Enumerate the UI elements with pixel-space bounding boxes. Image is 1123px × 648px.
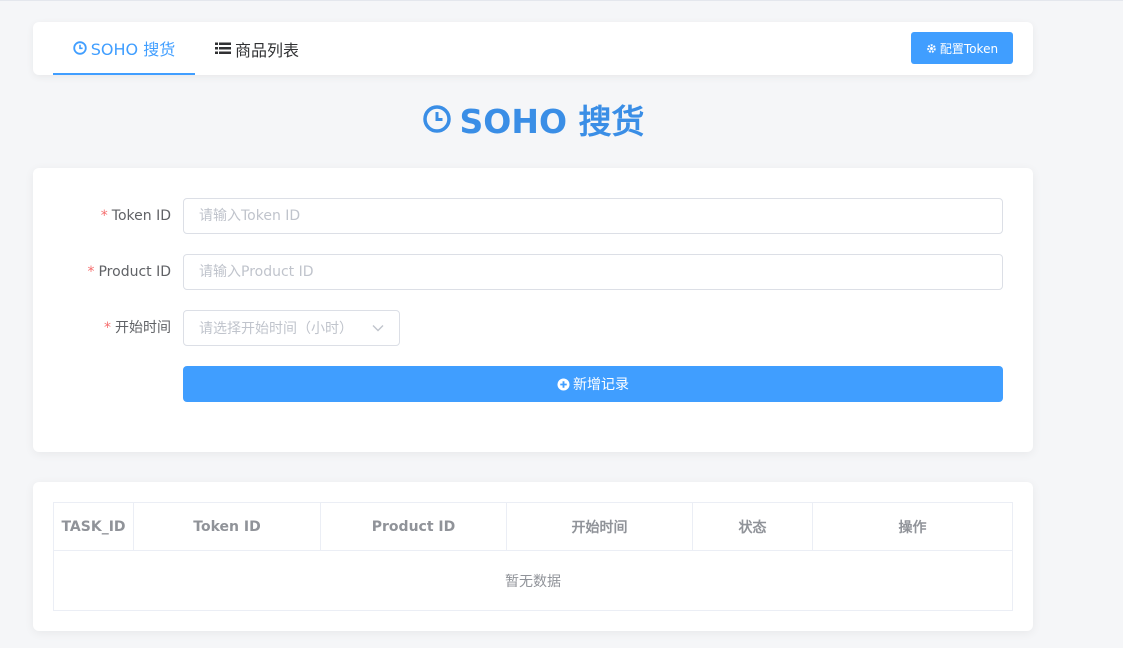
start-time-label: * 开始时间 [33,310,171,346]
tab-product-list-label: 商品列表 [235,40,300,60]
task-table: TASK_ID Token ID Product ID 开始时间 状态 操作 暂… [53,502,1013,611]
task-table-card: TASK_ID Token ID Product ID 开始时间 状态 操作 暂… [33,482,1033,631]
product-id-input[interactable] [183,254,1003,290]
required-mark: * [87,264,95,280]
required-mark: * [104,320,111,336]
chevron-down-icon [372,324,384,332]
product-id-label-text: Product ID [98,264,171,280]
plus-circle-icon [557,377,570,391]
page-title: SOHO 搜货 [0,96,1066,142]
list-icon [215,42,231,55]
start-time-placeholder: 请选择开始时间（小时） [199,321,353,337]
tab-soho-search[interactable]: SOHO 搜货 [53,22,195,75]
column-header-status: 状态 [693,503,813,550]
top-nav: SOHO 搜货 商品列表 配置Token [33,22,1033,75]
column-header-token-id: Token ID [134,503,321,550]
clock-icon [73,40,87,55]
token-id-label: * Token ID [33,198,171,234]
add-record-label: 新增记录 [573,377,629,393]
clock-icon [422,104,452,134]
tab-soho-label: SOHO 搜货 [90,39,176,59]
top-divider [0,0,1123,1]
page-title-text: SOHO 搜货 [459,102,645,141]
add-task-form: *Token ID *Product ID *开始时间 请选择开始时间（小时） … [33,168,1033,452]
gear-icon [926,43,937,54]
tab-product-list[interactable]: 商品列表 [205,22,309,75]
required-mark: * [100,208,108,224]
token-id-input[interactable] [183,198,1003,234]
column-header-start-time: 开始时间 [507,503,693,550]
config-token-label: 配置Token [939,41,999,56]
column-header-product-id: Product ID [321,503,507,550]
add-record-button[interactable]: 新增记录 [183,366,1003,402]
token-id-label-text: Token ID [111,208,171,224]
product-id-label: * Product ID [33,254,171,290]
table-empty-text: 暂无数据 [505,573,561,590]
start-time-label-text: 开始时间 [115,320,171,336]
start-time-select[interactable]: 请选择开始时间（小时） [183,310,400,346]
column-header-task-id: TASK_ID [54,503,134,550]
config-token-button[interactable]: 配置Token [911,32,1013,64]
column-header-actions: 操作 [898,519,927,536]
table-header: TASK_ID Token ID Product ID 开始时间 状态 操作 [54,503,1012,551]
